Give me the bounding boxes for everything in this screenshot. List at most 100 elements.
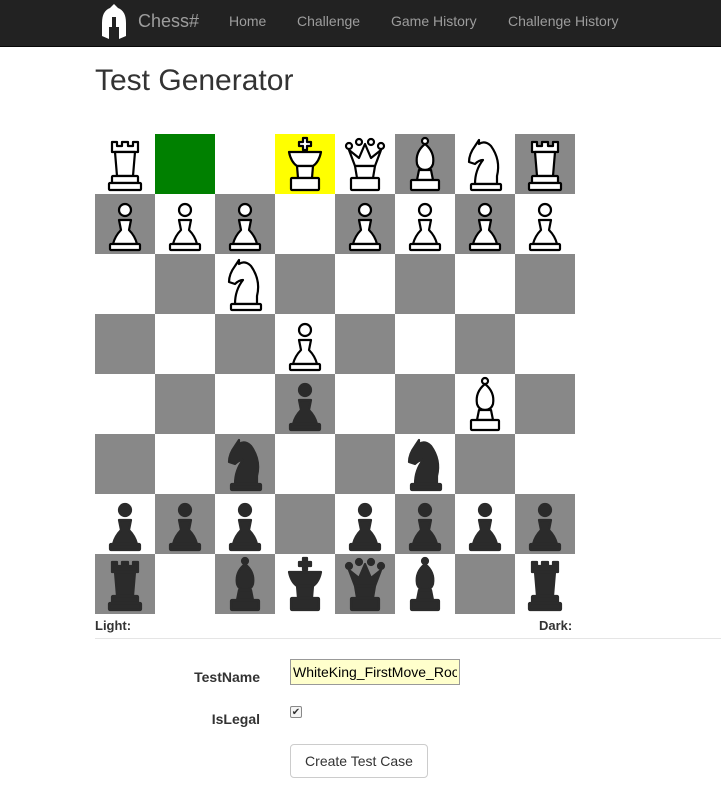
square-f7[interactable] [395,194,455,254]
square-c1[interactable] [215,554,275,614]
square-g1[interactable] [455,554,515,614]
square-d7[interactable] [275,194,335,254]
square-h3[interactable] [515,434,575,494]
black-pawn-icon[interactable] [401,496,449,552]
square-h4[interactable] [515,374,575,434]
black-knight-icon[interactable] [401,436,449,492]
white-queen-icon[interactable] [341,136,389,192]
square-d1[interactable] [275,554,335,614]
square-f3[interactable] [395,434,455,494]
square-e7[interactable] [335,194,395,254]
test-name-input[interactable] [290,659,460,685]
white-pawn-icon[interactable] [461,196,509,252]
black-rook-icon[interactable] [521,556,569,612]
square-b8[interactable] [155,134,215,194]
square-g4[interactable] [455,374,515,434]
square-d6[interactable] [275,254,335,314]
black-pawn-icon[interactable] [221,496,269,552]
square-b2[interactable] [155,494,215,554]
black-pawn-icon[interactable] [281,376,329,432]
white-rook-icon[interactable] [101,136,149,192]
square-a4[interactable] [95,374,155,434]
brand-name[interactable]: Chess# [138,11,199,32]
black-queen-icon[interactable] [341,556,389,612]
white-knight-icon[interactable] [461,136,509,192]
white-bishop-icon[interactable] [461,376,509,432]
white-pawn-icon[interactable] [221,196,269,252]
black-pawn-icon[interactable] [341,496,389,552]
square-f1[interactable] [395,554,455,614]
white-bishop-icon[interactable] [401,136,449,192]
square-d2[interactable] [275,494,335,554]
white-pawn-icon[interactable] [101,196,149,252]
white-king-icon[interactable] [281,136,329,192]
square-c7[interactable] [215,194,275,254]
square-a5[interactable] [95,314,155,374]
white-pawn-icon[interactable] [281,316,329,372]
square-d3[interactable] [275,434,335,494]
square-g5[interactable] [455,314,515,374]
square-c3[interactable] [215,434,275,494]
square-e8[interactable] [335,134,395,194]
square-h2[interactable] [515,494,575,554]
square-a2[interactable] [95,494,155,554]
square-c6[interactable] [215,254,275,314]
black-pawn-icon[interactable] [521,496,569,552]
square-h1[interactable] [515,554,575,614]
square-g3[interactable] [455,434,515,494]
square-f4[interactable] [395,374,455,434]
square-e5[interactable] [335,314,395,374]
square-h8[interactable] [515,134,575,194]
square-f5[interactable] [395,314,455,374]
black-bishop-icon[interactable] [221,556,269,612]
black-rook-icon[interactable] [101,556,149,612]
square-e4[interactable] [335,374,395,434]
black-knight-icon[interactable] [221,436,269,492]
square-h6[interactable] [515,254,575,314]
nav-home[interactable]: Home [229,13,266,29]
create-test-case-button[interactable]: Create Test Case [290,744,428,778]
square-g8[interactable] [455,134,515,194]
square-e6[interactable] [335,254,395,314]
black-pawn-icon[interactable] [161,496,209,552]
black-pawn-icon[interactable] [101,496,149,552]
square-d8[interactable] [275,134,335,194]
square-a3[interactable] [95,434,155,494]
nav-challenge-history[interactable]: Challenge History [508,13,619,29]
white-pawn-icon[interactable] [401,196,449,252]
square-f2[interactable] [395,494,455,554]
square-h7[interactable] [515,194,575,254]
square-a7[interactable] [95,194,155,254]
square-d5[interactable] [275,314,335,374]
square-b1[interactable] [155,554,215,614]
square-f6[interactable] [395,254,455,314]
square-f8[interactable] [395,134,455,194]
white-pawn-icon[interactable] [341,196,389,252]
square-g6[interactable] [455,254,515,314]
square-b3[interactable] [155,434,215,494]
square-b7[interactable] [155,194,215,254]
white-rook-icon[interactable] [521,136,569,192]
white-pawn-icon[interactable] [161,196,209,252]
black-pawn-icon[interactable] [461,496,509,552]
square-a1[interactable] [95,554,155,614]
nav-game-history[interactable]: Game History [391,13,477,29]
is-legal-checkbox[interactable]: ✔ [290,706,302,718]
square-d4[interactable] [275,374,335,434]
square-a8[interactable] [95,134,155,194]
square-c8[interactable] [215,134,275,194]
square-b5[interactable] [155,314,215,374]
square-h5[interactable] [515,314,575,374]
helmet-icon[interactable] [100,3,128,41]
square-e2[interactable] [335,494,395,554]
white-knight-icon[interactable] [221,256,269,312]
square-g7[interactable] [455,194,515,254]
square-b4[interactable] [155,374,215,434]
black-king-icon[interactable] [281,556,329,612]
square-e3[interactable] [335,434,395,494]
nav-challenge[interactable]: Challenge [297,13,360,29]
white-pawn-icon[interactable] [521,196,569,252]
black-bishop-icon[interactable] [401,556,449,612]
square-g2[interactable] [455,494,515,554]
square-a6[interactable] [95,254,155,314]
